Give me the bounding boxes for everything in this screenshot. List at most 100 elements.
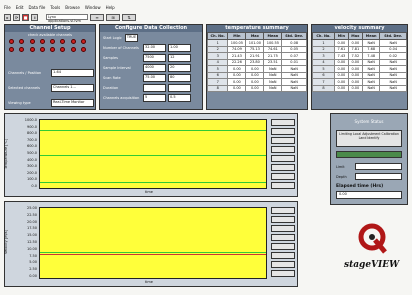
- legend-item[interactable]: [271, 173, 295, 180]
- y-tick: 25.00: [26, 206, 37, 210]
- channel-led[interactable]: [50, 39, 55, 44]
- collection-row: Sample Interval 4000 20: [103, 64, 199, 72]
- legend-item[interactable]: [271, 252, 295, 259]
- legend-item[interactable]: [271, 243, 295, 250]
- channel-led[interactable]: [19, 47, 25, 52]
- row-field-b[interactable]: 1.00: [168, 44, 191, 52]
- vi-path-field[interactable]: Lynx applications.vi.lvm: [46, 14, 88, 23]
- start-toggle[interactable]: TRUE: [124, 34, 138, 42]
- table-row: 8 0.00 0.00 NaN NaN: [206, 84, 307, 92]
- row-field-b[interactable]: [168, 84, 191, 92]
- row-field-a[interactable]: 7500: [143, 54, 166, 62]
- row-field-a[interactable]: 5: [143, 94, 166, 102]
- y-tick: 2.50: [29, 267, 37, 272]
- selected-select[interactable]: Channels 1...: [51, 84, 94, 92]
- y-tick: 10.00: [26, 246, 37, 251]
- y-tick: 5.00: [29, 260, 37, 265]
- run-arrow-icon[interactable]: ▸: [4, 13, 11, 21]
- row-field-b[interactable]: 12: [168, 54, 191, 62]
- channel-led[interactable]: [80, 39, 86, 44]
- collection-row: Duration: [103, 84, 199, 92]
- channel-setup-panel: Channel Setup check available channels C…: [4, 24, 96, 110]
- reorder-icon[interactable]: ⇅: [122, 13, 136, 21]
- channel-led[interactable]: [9, 47, 14, 52]
- menu-tools[interactable]: Tools: [50, 5, 60, 10]
- row-label: Duration: [103, 86, 119, 90]
- data-collection-title: Configure Data Collection: [100, 25, 202, 32]
- cell: 8: [206, 84, 229, 92]
- legend-item[interactable]: [271, 207, 295, 214]
- channel-led[interactable]: [80, 47, 86, 52]
- velocity-x-label: time: [145, 280, 153, 284]
- y-tick: 7.50: [29, 253, 37, 258]
- legend-item[interactable]: [271, 164, 295, 171]
- mode-label: Viewing type: [8, 101, 31, 105]
- channel-led[interactable]: [29, 39, 35, 44]
- channel-led[interactable]: [70, 39, 76, 44]
- temperature-plot-area[interactable]: [39, 119, 267, 189]
- legend-item[interactable]: [271, 146, 295, 153]
- y-tick: 200.0: [26, 170, 37, 175]
- row-field-a[interactable]: 75.00: [143, 74, 166, 82]
- menu-browse[interactable]: Browse: [65, 5, 80, 10]
- menu-file[interactable]: File: [4, 5, 11, 10]
- row-label: Channels acquisition: [103, 96, 140, 100]
- row-field-a[interactable]: 4000: [143, 64, 166, 72]
- calibration-button[interactable]: Limiting Local Adjustment Calibration La…: [336, 130, 402, 147]
- channel-led[interactable]: [29, 47, 35, 52]
- cell: NaN: [281, 84, 307, 92]
- channel-led[interactable]: [60, 39, 66, 44]
- velocity-plot-area[interactable]: [39, 207, 267, 279]
- channel-led[interactable]: [19, 39, 25, 44]
- channel-led[interactable]: [60, 47, 66, 52]
- menu-help[interactable]: Help: [106, 5, 115, 10]
- depth-label: Depth: [336, 174, 347, 179]
- menu-edit[interactable]: Edit: [16, 5, 24, 10]
- legend-item[interactable]: [271, 119, 295, 126]
- align-icon[interactable]: ≡: [90, 13, 104, 21]
- y-tick: 600.0: [26, 144, 37, 149]
- y-tick: 900.0: [26, 124, 37, 129]
- legend-item[interactable]: [271, 182, 295, 189]
- system-status-panel: System Status Limiting Local Adjustment …: [330, 113, 408, 205]
- column-header: Ch. No.: [311, 32, 336, 40]
- trace-line: [40, 252, 266, 253]
- row-field-b[interactable]: 20: [168, 64, 191, 72]
- channel-led[interactable]: [39, 39, 45, 44]
- channel-led[interactable]: [39, 47, 45, 52]
- channel-led[interactable]: [70, 47, 76, 52]
- legend-item[interactable]: [271, 137, 295, 144]
- pause-icon[interactable]: ॥: [31, 13, 38, 21]
- legend-item[interactable]: [271, 225, 295, 232]
- velocity-title: velocity summary: [312, 25, 407, 32]
- menu-data-file[interactable]: Data file: [28, 5, 45, 10]
- row-label: Number of Channels: [103, 46, 139, 50]
- y-tick: 100.0: [26, 177, 37, 182]
- channel-led[interactable]: [50, 47, 55, 52]
- channels-select[interactable]: 1-64: [51, 69, 94, 77]
- mode-select[interactable]: Real-Time Monitor: [51, 99, 94, 107]
- row-field-a[interactable]: [143, 84, 166, 92]
- y-tick: 300.0: [26, 164, 37, 169]
- temperature-y-ticks: 1000.0 900.0 800.0 700.0 600.0 500.0 400.0 300.…: [13, 118, 37, 188]
- row-field-b[interactable]: 80: [168, 74, 191, 82]
- row-field-a[interactable]: 32.00: [143, 44, 166, 52]
- legend-item[interactable]: [271, 261, 295, 268]
- trace-line: [40, 182, 266, 183]
- abort-icon[interactable]: ■: [22, 13, 29, 21]
- y-tick: 1000.0: [24, 118, 37, 122]
- velocity-chart-frame: Velocity [m/s] 25.00 22.50 20.00 17.50 15.00…: [4, 201, 298, 287]
- menu-window[interactable]: Window: [85, 5, 101, 10]
- legend-item[interactable]: [271, 216, 295, 223]
- start-label: Start Logic: [103, 36, 122, 40]
- run-continuous-icon[interactable]: ⟳: [13, 13, 20, 21]
- row-field-b[interactable]: 0.5: [168, 94, 191, 102]
- legend-item[interactable]: [271, 155, 295, 162]
- legend-item[interactable]: [271, 234, 295, 241]
- distribute-icon[interactable]: ⊞: [106, 13, 120, 21]
- channel-led[interactable]: [9, 39, 14, 44]
- legend-item[interactable]: [271, 128, 295, 135]
- temperature-legend: [271, 119, 295, 189]
- legend-item[interactable]: [271, 270, 295, 277]
- trace-line: [40, 155, 266, 156]
